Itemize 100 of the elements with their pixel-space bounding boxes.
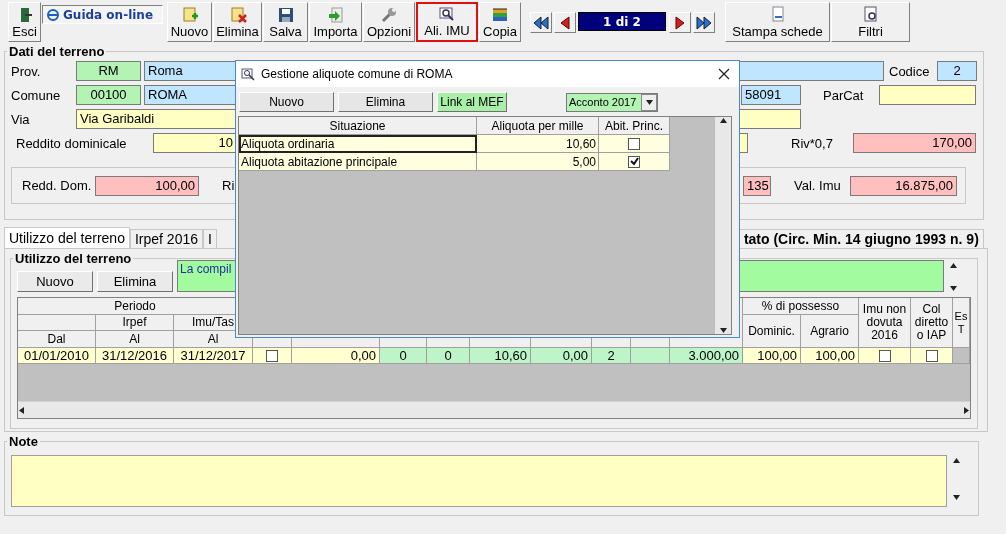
tab[interactable]: I (203, 229, 217, 248)
table-cell: 100,00 (743, 348, 801, 364)
text-field[interactable]: 16.875,00 (850, 175, 957, 196)
previous-page-button[interactable] (554, 12, 576, 33)
dialog-button[interactable]: Elimina (338, 92, 433, 112)
wrench-icon (380, 6, 398, 24)
double-right-icon (696, 15, 712, 30)
vertical-scrollbar[interactable] (715, 117, 731, 334)
tab[interactable]: Irpef 2016 (129, 229, 203, 248)
toolbar-button[interactable]: Ali. IMU (416, 2, 478, 42)
tab[interactable]: tato (Circ. Min. 14 giugno 1993 n. 9) (738, 229, 984, 248)
right-triangle-icon (675, 15, 685, 30)
dialog-button[interactable]: Nuovo (239, 92, 334, 112)
table-cell: 0,00 (531, 348, 592, 364)
text-field[interactable]: 00100 (76, 85, 141, 105)
column-header: Es T (953, 298, 970, 348)
up-caret-icon (950, 262, 957, 269)
first-page-button[interactable] (530, 12, 552, 33)
table-cell: 10,60 (470, 348, 531, 364)
toolbar-button[interactable]: Copia (479, 2, 521, 42)
column-header: Aliquota per mille (477, 117, 599, 135)
tab[interactable]: Utilizzo del terreno (4, 227, 130, 248)
table-cell: 0 (380, 348, 427, 364)
caret-icon (645, 98, 653, 106)
next-page-button[interactable] (669, 12, 691, 33)
down-caret-icon (953, 494, 960, 501)
column-header: Situazione (239, 117, 477, 135)
table-button[interactable]: Nuovo (17, 271, 93, 292)
toolbar-button[interactable]: Stampa schede (725, 2, 830, 42)
last-page-button[interactable] (693, 12, 715, 33)
exit-button[interactable]: Esci (8, 2, 41, 42)
document-plus-icon (180, 6, 199, 24)
toolbar-button[interactable]: Salva (263, 2, 308, 42)
table-cell[interactable]: Aliquota abitazione principale (239, 153, 477, 171)
field-label: Via (11, 111, 31, 127)
field-label: ParCat (823, 87, 865, 103)
column-header: % di possesso (743, 298, 859, 315)
field-label: Redd. Dom. (21, 178, 93, 193)
text-field[interactable]: 10 (153, 133, 237, 153)
table-cell: 2 (592, 348, 631, 364)
toolbar-button[interactable]: Importa (309, 2, 362, 42)
text-field[interactable]: RM (76, 61, 141, 81)
magnifier-icon (241, 67, 255, 81)
left-triangle-icon (560, 15, 570, 30)
double-left-icon (533, 15, 549, 30)
table-button[interactable]: Elimina (97, 271, 173, 292)
toolbar-button[interactable]: Nuovo (167, 2, 212, 42)
table-cell: 100,00 (801, 348, 859, 364)
checkbox[interactable] (925, 349, 938, 362)
checkbox[interactable] (628, 155, 640, 168)
toolbar-button[interactable]: Filtri (831, 2, 910, 42)
text-field[interactable]: 170,00 (853, 133, 976, 153)
table-cell: 5,00 (477, 153, 599, 171)
toolbar-button[interactable]: Opzioni (363, 2, 415, 42)
field-label: Val. Imu (794, 178, 842, 193)
online-help-button[interactable]: Guida on-line (42, 5, 163, 24)
arrow-icon (326, 6, 345, 24)
text-field[interactable]: 2 (937, 61, 977, 81)
magnifier-icon (861, 6, 880, 24)
text-field[interactable]: 58091 (741, 85, 801, 105)
column-header: Agrario (801, 315, 859, 348)
text-field[interactable]: 135 (743, 175, 771, 196)
note-field[interactable] (11, 455, 947, 507)
checkbox[interactable] (628, 137, 640, 150)
down-caret-icon (950, 285, 957, 292)
column-header: Dal (18, 331, 96, 348)
toolbar-button[interactable]: Elimina (213, 2, 262, 42)
right-caret-icon (963, 406, 970, 414)
table-cell: 10,60 (477, 135, 599, 153)
table-cell: 31/12/2017 (174, 348, 253, 364)
section-title: Utilizzo del terreno (14, 251, 133, 266)
close-icon (718, 68, 730, 80)
text-field[interactable] (879, 85, 976, 105)
link-button[interactable]: Link al MEF (437, 92, 507, 112)
up-caret-icon (953, 457, 960, 464)
text-field[interactable]: 100,00 (95, 175, 199, 196)
table-cell: 31/12/2016 (96, 348, 174, 364)
section-title: Note (8, 434, 39, 449)
field-label: Comune (11, 87, 62, 103)
field-label: Reddito dominicale (15, 135, 128, 151)
column-header: Imu non dovuta 2016 (859, 298, 911, 348)
field-label: Codice (889, 63, 931, 79)
column-header: Al (96, 331, 174, 348)
dialog-title: Gestione aliquote comune di ROMA (261, 67, 453, 81)
table-cell: 01/01/2010 (18, 348, 96, 364)
stack-icon (491, 6, 509, 24)
period-dropdown[interactable]: Acconto 2017 (566, 92, 658, 112)
table-cell: 3.000,00 (670, 348, 743, 364)
table-cell (631, 348, 670, 364)
checkbox[interactable] (266, 349, 278, 362)
column-header: Abit. Princ. (599, 117, 670, 135)
checkbox[interactable] (878, 349, 891, 362)
up-caret-icon (719, 117, 727, 124)
page-indicator: 1 di 2 (578, 12, 666, 31)
column-header: Dominic. (743, 315, 801, 348)
column-header: Irpef (96, 315, 174, 331)
document-cross-icon (228, 6, 247, 24)
table-cell[interactable]: Aliquota ordinaria (239, 135, 477, 153)
table-cell: 0,00 (292, 348, 380, 364)
horizontal-scrollbar[interactable] (18, 401, 970, 418)
